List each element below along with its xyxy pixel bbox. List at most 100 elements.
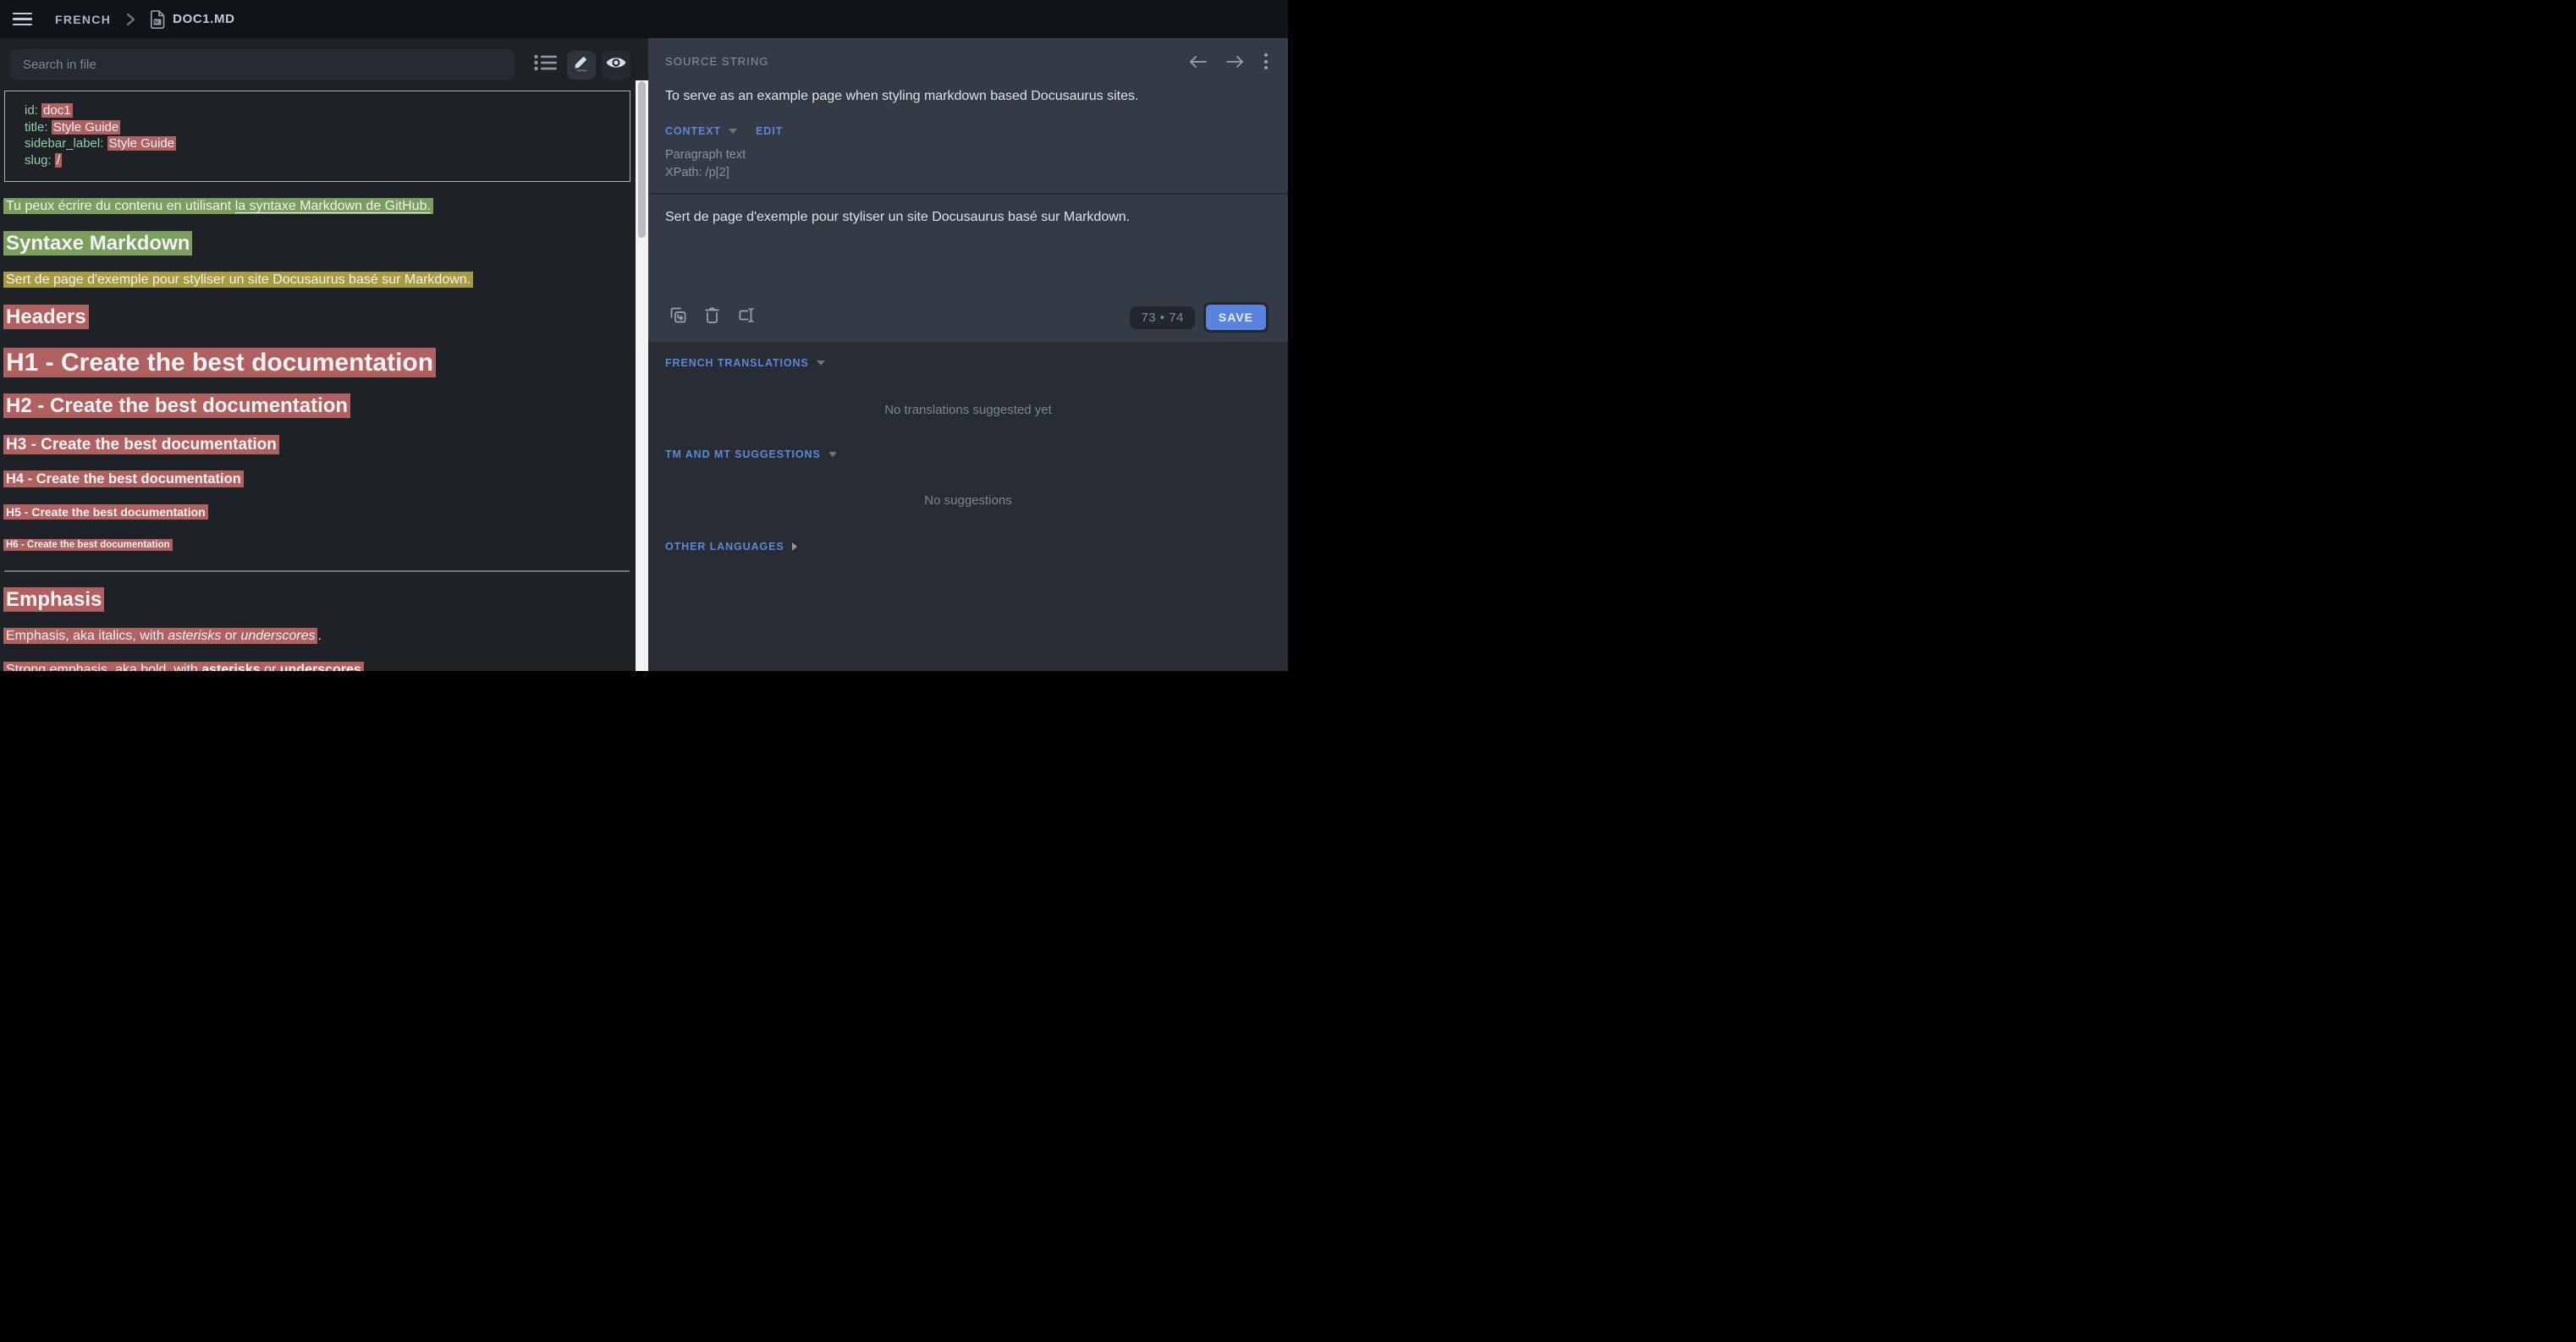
- chevron-down-icon: [817, 360, 825, 366]
- tm-mt-section-label: TM AND MT SUGGESTIONS: [665, 448, 821, 460]
- edit-mode-button[interactable]: [567, 51, 596, 80]
- copy-source-button[interactable]: [669, 306, 687, 328]
- string-editor-card: SOURCE STRING To serve as an example pag…: [648, 38, 1288, 342]
- doc-heading-h2: Headers: [3, 305, 633, 329]
- string-list-view-button[interactable]: [531, 51, 560, 80]
- edit-context-button[interactable]: EDIT: [756, 125, 783, 137]
- source-string-label: SOURCE STRING: [665, 55, 769, 68]
- chevron-down-icon: [828, 452, 837, 457]
- doc-paragraph: Sert de page d'exemple pour styliser un …: [3, 271, 633, 289]
- context-row: CONTEXT EDIT: [665, 125, 1271, 137]
- frontmatter-line: slug: /: [25, 152, 621, 169]
- tm-mt-empty-text: No suggestions: [665, 493, 1271, 508]
- doc-heading-h2: Syntaxe Markdown: [3, 232, 633, 256]
- doc-string[interactable]: Emphasis: [3, 587, 104, 612]
- horizontal-rule: [4, 570, 630, 572]
- previous-string-button[interactable]: [1188, 54, 1208, 69]
- doc-string[interactable]: H2 - Create the best documentation: [3, 393, 350, 418]
- frontmatter-value[interactable]: doc1: [41, 103, 73, 118]
- frontmatter-value[interactable]: Style Guide: [107, 136, 177, 151]
- doc-paragraph: Tu peux écrire du contenu en utilisant l…: [3, 197, 633, 216]
- context-toggle[interactable]: CONTEXT: [665, 125, 721, 137]
- doc-string[interactable]: Emphasis, aka italics, with asterisks or…: [3, 628, 317, 644]
- scrollbar-track[interactable]: [636, 80, 648, 671]
- svg-text:M↓: M↓: [154, 20, 161, 25]
- translations-section-header[interactable]: FRENCH TRANSLATIONS: [665, 357, 1271, 369]
- breadcrumb-chevron-icon: [126, 13, 135, 26]
- header-actions: [1188, 52, 1271, 71]
- copy-source-icon: [669, 306, 687, 328]
- next-string-button[interactable]: [1225, 54, 1245, 69]
- doc-string[interactable]: Syntaxe Markdown: [3, 231, 192, 256]
- frontmatter-key: id:: [25, 103, 41, 118]
- doc-string[interactable]: H4 - Create the best documentation: [3, 470, 244, 487]
- editor-toolbar: 73 • 74 SAVE: [665, 305, 1271, 342]
- doc-string[interactable]: H3 - Create the best documentation: [3, 435, 279, 454]
- suggestions-area: FRENCH TRANSLATIONS No translations sugg…: [648, 342, 1288, 671]
- toolbar-icons: [665, 306, 757, 328]
- top-bar: FRENCH M↓ DOC1.MD: [0, 0, 1288, 38]
- source-string-header: SOURCE STRING: [665, 38, 1271, 71]
- save-button[interactable]: SAVE: [1206, 305, 1266, 330]
- translations-section-label: FRENCH TRANSLATIONS: [665, 357, 809, 369]
- doc-string[interactable]: Sert de page d'exemple pour styliser un …: [3, 272, 473, 288]
- chevron-down-icon: [729, 129, 737, 134]
- doc-heading-h6: H6 - Create the best documentation: [3, 539, 633, 551]
- other-languages-section-label: OTHER LANGUAGES: [665, 541, 784, 553]
- doc-paragraph: Strong emphasis, aka bold, with asterisk…: [3, 661, 633, 671]
- document-content: Tu peux écrire du contenu en utilisant l…: [3, 197, 633, 671]
- frontmatter-key: slug:: [25, 153, 55, 168]
- breadcrumb-filename[interactable]: DOC1.MD: [173, 12, 234, 26]
- markdown-file-icon: M↓: [150, 10, 165, 29]
- doc-heading-h1: H1 - Create the best documentation: [3, 347, 633, 378]
- translation-input[interactable]: Sert de page d'exemple pour styliser un …: [665, 208, 1271, 227]
- frontmatter-block: id: doc1title: Style Guidesidebar_label:…: [4, 91, 630, 182]
- doc-string[interactable]: Tu peux écrire du contenu en utilisant l…: [3, 198, 433, 214]
- doc-string[interactable]: Headers: [3, 305, 89, 329]
- doc-string[interactable]: Strong emphasis, aka bold, with asterisk…: [3, 662, 364, 671]
- doc-heading-h5: H5 - Create the best documentation: [3, 504, 633, 520]
- hamburger-menu-icon[interactable]: [13, 13, 32, 26]
- more-options-button[interactable]: [1261, 52, 1271, 71]
- context-info-line: XPath: /p[2]: [665, 164, 1271, 182]
- doc-heading-h3: H3 - Create the best documentation: [3, 435, 633, 455]
- search-input[interactable]: [10, 49, 515, 80]
- other-languages-section-header[interactable]: OTHER LANGUAGES: [665, 541, 1271, 553]
- doc-heading-h2: H2 - Create the best documentation: [3, 394, 633, 418]
- delete-translation-button[interactable]: [704, 306, 720, 328]
- main-split: id: doc1title: Style Guidesidebar_label:…: [0, 38, 1288, 671]
- frontmatter-key: title:: [25, 120, 52, 135]
- insert-text-button[interactable]: [737, 306, 757, 328]
- pencil-icon: [572, 53, 591, 76]
- frontmatter-value[interactable]: Style Guide: [52, 120, 121, 135]
- frontmatter-line: id: doc1: [25, 102, 621, 119]
- list-icon: [534, 53, 558, 76]
- scrollbar-thumb[interactable]: [638, 81, 646, 238]
- context-info: Paragraph text XPath: /p[2]: [665, 146, 1271, 182]
- frontmatter-line: title: Style Guide: [25, 119, 621, 136]
- translations-empty-text: No translations suggested yet: [665, 403, 1271, 417]
- doc-string[interactable]: H1 - Create the best documentation: [3, 348, 436, 377]
- app: FRENCH M↓ DOC1.MD: [0, 0, 1288, 671]
- preview-mode-button[interactable]: [602, 51, 630, 80]
- doc-string[interactable]: H5 - Create the best documentation: [3, 504, 208, 520]
- character-counter-badge: 73 • 74: [1130, 306, 1194, 329]
- doc-paragraph: Emphasis, aka italics, with asterisks or…: [3, 627, 633, 646]
- card-divider: [648, 193, 1288, 195]
- doc-heading-h2: Emphasis: [3, 588, 633, 612]
- frontmatter-line: sidebar_label: Style Guide: [25, 135, 621, 152]
- document-scroll-area: id: doc1title: Style Guidesidebar_label:…: [0, 80, 636, 671]
- frontmatter-key: sidebar_label:: [25, 136, 107, 151]
- context-info-line: Paragraph text: [665, 146, 1271, 164]
- doc-string[interactable]: H6 - Create the best documentation: [3, 539, 173, 551]
- breadcrumb-project[interactable]: FRENCH: [55, 13, 111, 26]
- search-row: [0, 38, 636, 80]
- tm-mt-section-header[interactable]: TM AND MT SUGGESTIONS: [665, 448, 1271, 460]
- doc-string-tail: .: [364, 663, 367, 671]
- source-string-text: To serve as an example page when styling…: [665, 87, 1271, 106]
- doc-string-tail: .: [317, 629, 321, 643]
- translation-panel: SOURCE STRING To serve as an example pag…: [648, 38, 1288, 671]
- doc-heading-h4: H4 - Create the best documentation: [3, 470, 633, 487]
- frontmatter-value[interactable]: /: [55, 153, 62, 168]
- eye-icon: [605, 55, 627, 74]
